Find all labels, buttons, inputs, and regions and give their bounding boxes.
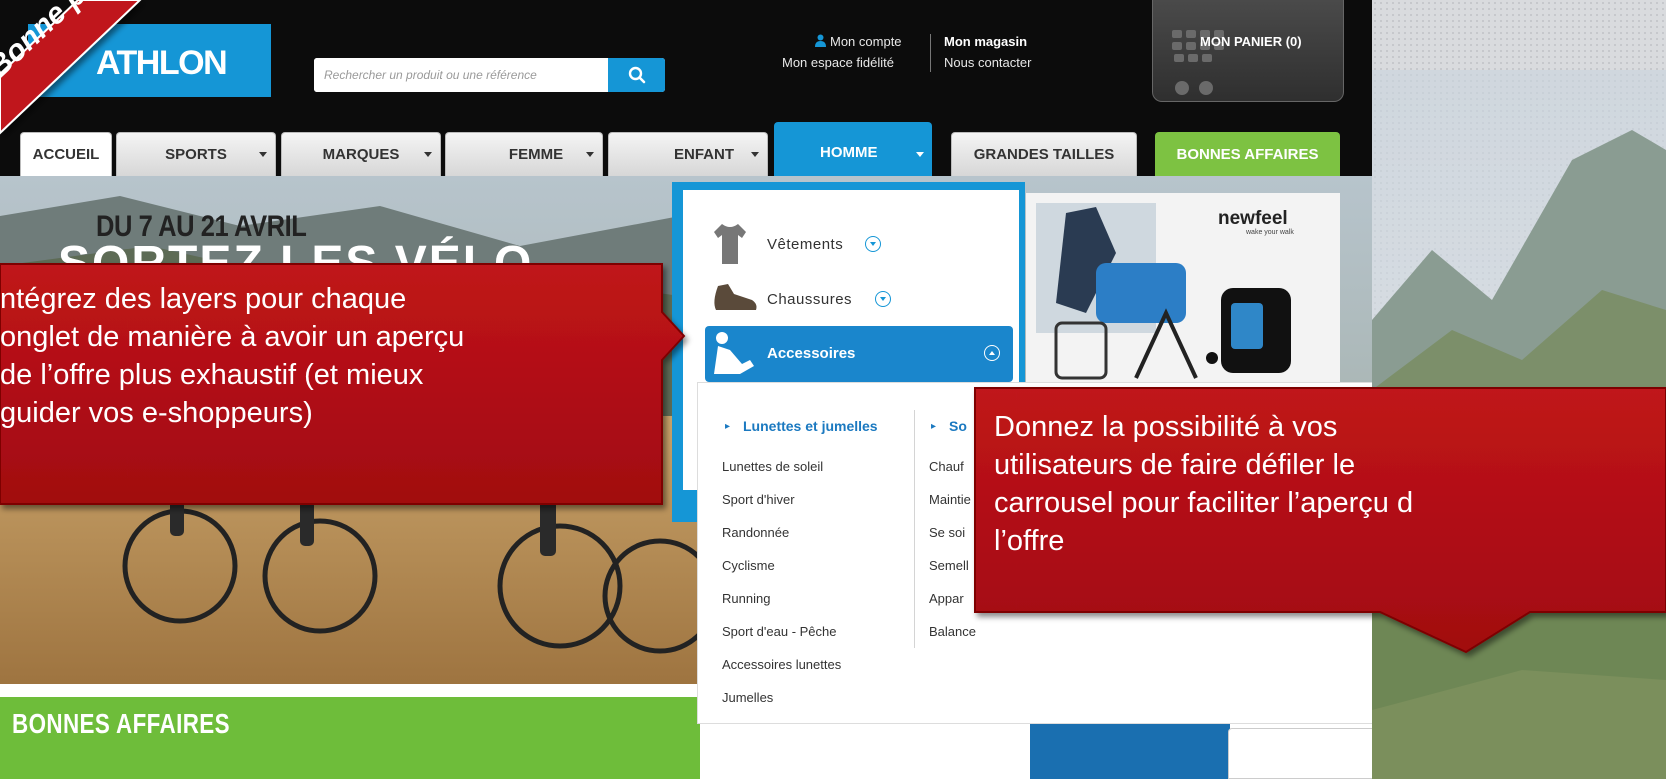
- callout-right-text: Donnez la possibilité à vos utilisateurs…: [994, 411, 1414, 557]
- callout-left-text: ntégrez des layers pour chaque onglet de…: [0, 283, 465, 429]
